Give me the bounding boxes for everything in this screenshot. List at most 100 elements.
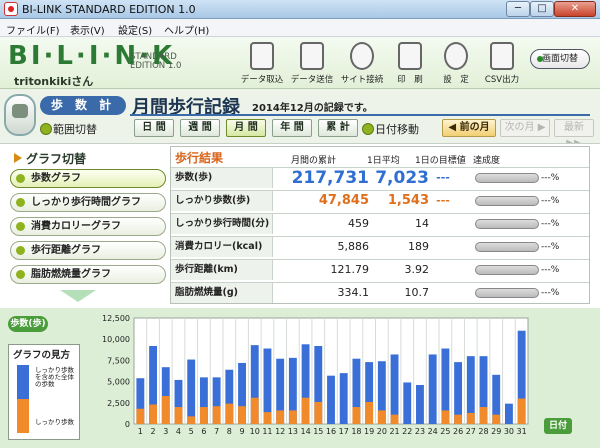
csv-export-label: CSV出力 <box>484 75 520 85</box>
graph-distance-button[interactable]: 歩行距離グラフ <box>10 241 166 260</box>
x-tick-label: 2 <box>151 427 156 436</box>
minimize-button[interactable]: ─ <box>506 1 530 17</box>
row-pct: ---% <box>541 242 560 252</box>
table-row: 消費カロリー(kcal) 5,886 189 ---% <box>171 236 589 257</box>
latest-button[interactable]: 最新 ▶▶ <box>554 119 594 149</box>
row-target: --- <box>436 194 450 207</box>
guide-firm-text: しっかり歩数 <box>35 418 74 426</box>
menu-help[interactable]: ヘルプ(H) <box>164 22 209 37</box>
x-tick-label: 3 <box>163 427 168 436</box>
row-label: しっかり歩数(歩) <box>171 191 273 211</box>
bar-total <box>428 354 437 424</box>
bar-firm <box>288 410 297 424</box>
bar-total <box>187 359 196 424</box>
graph-steps-button[interactable]: 歩数グラフ <box>10 169 166 188</box>
range-monthly-button[interactable]: 月 間 <box>226 119 266 137</box>
table-row: 脂肪燃焼量(g) 334.1 10.7 ---% <box>171 282 589 303</box>
range-cumulative-button[interactable]: 累 計 <box>318 119 358 137</box>
y-tick-label: 5,000 <box>107 378 130 387</box>
bar-firm <box>263 412 272 424</box>
col-monthly-total: 月間の累計 <box>291 156 337 166</box>
screen-switch-button[interactable]: 画面切替 <box>530 49 590 69</box>
prev-month-button[interactable]: ◀ 前の月 <box>442 119 496 137</box>
guide-total-text: しっかり歩数を含めた全体の歩数 <box>35 366 74 388</box>
bar-firm <box>276 410 285 424</box>
steps-bar-chart: 02,5005,0007,50010,00012,5001 2 3 4 5 6 7 8 9 10 1… <box>102 314 529 436</box>
bar-total <box>327 375 335 424</box>
x-tick-label: 6 <box>201 427 206 436</box>
guide-total-bar <box>17 365 29 399</box>
row-pct: ---% <box>541 265 560 275</box>
x-tick-label: 14 <box>300 427 310 436</box>
graph-walking-time-button[interactable]: しっかり歩行時間グラフ <box>10 193 166 212</box>
x-tick-label: 21 <box>389 427 399 436</box>
next-month-button[interactable]: 次の月 ▶ <box>500 119 550 137</box>
bar-firm <box>314 401 323 424</box>
date-axis-button[interactable]: 日付 <box>544 418 572 434</box>
sub-header: 歩 数 計 月間歩行記録 2014年12月の記録です。 範囲切替 日 間 週 間… <box>0 89 600 149</box>
row-average: 189 <box>408 240 429 253</box>
range-weekly-button[interactable]: 週 間 <box>180 119 220 137</box>
app-icon <box>4 2 18 16</box>
data-send-label: データ送信 <box>290 75 334 85</box>
user-name: tritonkikiさん <box>14 75 94 88</box>
graph-guide: グラフの見方 しっかり歩数を含めた全体の歩数 しっかり歩数 <box>8 344 80 440</box>
maximize-button[interactable]: □ <box>530 1 554 17</box>
bar-firm <box>365 401 374 424</box>
site-connect-label: サイト接続 <box>340 75 384 85</box>
bar-firm <box>161 396 170 424</box>
settings-button[interactable]: 設 定 <box>430 40 482 86</box>
bar-firm <box>352 407 361 424</box>
guide-firm-bar <box>17 399 29 433</box>
row-total: 47,845 <box>318 193 369 208</box>
graph-calorie-button[interactable]: 消費カロリーグラフ <box>10 217 166 236</box>
x-tick-label: 26 <box>453 427 463 436</box>
achievement-bar <box>475 242 539 252</box>
table-row: しっかり歩行時間(分) 459 14 ---% <box>171 213 589 234</box>
print-button[interactable]: 印 刷 <box>384 40 436 86</box>
graph-fat-burn-button[interactable]: 脂肪燃焼量グラフ <box>10 265 166 284</box>
window-titlebar: BI-LINK STANDARD EDITION 1.0 ─ □ ✕ <box>0 0 600 19</box>
bar-firm <box>174 407 183 424</box>
row-total: 459 <box>348 217 369 230</box>
bar-firm <box>136 408 145 424</box>
down-arrow-icon <box>60 290 96 302</box>
row-pct: ---% <box>541 219 560 229</box>
x-tick-label: 13 <box>288 427 298 436</box>
pedometer-tag: 歩 数 計 <box>40 96 126 115</box>
x-tick-label: 29 <box>491 427 501 436</box>
menu-view[interactable]: 表示(V) <box>70 22 105 37</box>
achievement-bar <box>475 288 539 298</box>
achievement-bar <box>475 219 539 229</box>
x-tick-label: 10 <box>250 427 260 436</box>
data-import-button[interactable]: データ取込 <box>236 40 288 86</box>
bar-firm <box>454 414 463 424</box>
table-row: 歩行距離(km) 121.79 3.92 ---% <box>171 259 589 280</box>
menu-file[interactable]: ファイル(F) <box>6 22 60 37</box>
row-label: 歩行距離(km) <box>171 260 273 280</box>
data-send-button[interactable]: データ送信 <box>286 40 338 86</box>
close-button[interactable]: ✕ <box>554 1 596 17</box>
col-achievement: 達成度 <box>473 156 501 166</box>
achievement-bar <box>475 265 539 275</box>
row-total: 217,731 <box>291 168 369 188</box>
x-tick-label: 28 <box>478 427 488 436</box>
csv-export-button[interactable]: CSV出力 <box>476 40 528 86</box>
x-tick-label: 8 <box>227 427 232 436</box>
x-tick-label: 27 <box>466 427 476 436</box>
x-tick-label: 4 <box>176 427 181 436</box>
printer-icon <box>398 42 422 70</box>
bar-firm <box>492 414 501 424</box>
row-label: 歩数(歩) <box>171 168 273 188</box>
bar-firm <box>517 398 526 424</box>
row-average: 14 <box>415 217 429 230</box>
main-panel: グラフ切替 歩数グラフ しっかり歩行時間グラフ 消費カロリーグラフ 歩行距離グラ… <box>0 143 600 308</box>
send-icon <box>300 42 324 70</box>
settings-label: 設 定 <box>443 75 469 85</box>
menu-settings[interactable]: 設定(S) <box>118 22 152 37</box>
site-connect-button[interactable]: サイト接続 <box>336 40 388 86</box>
range-yearly-button[interactable]: 年 間 <box>272 119 312 137</box>
bar-firm <box>479 407 488 424</box>
table-row: 歩数(歩) 217,731 7,023 --- ---% <box>171 167 589 188</box>
range-daily-button[interactable]: 日 間 <box>134 119 174 137</box>
